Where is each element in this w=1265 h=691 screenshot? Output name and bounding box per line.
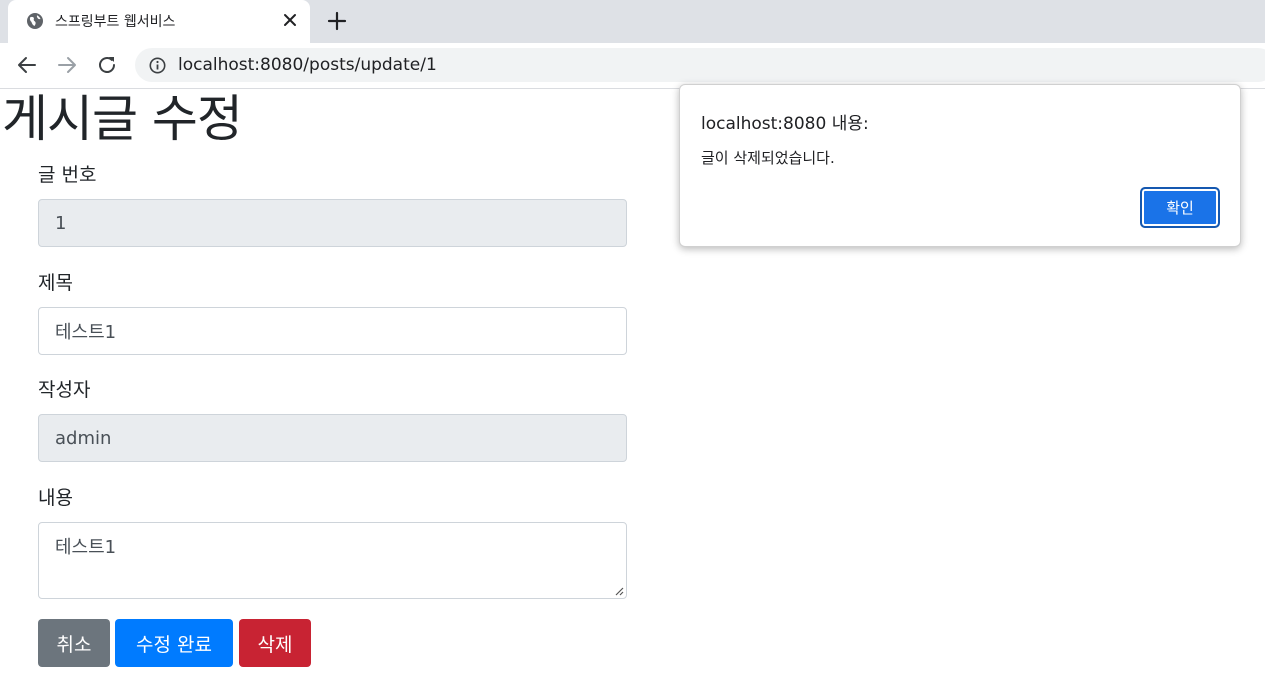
cancel-button[interactable]: 취소 [38, 619, 110, 667]
browser-tab[interactable]: 스프링부트 웹서비스 [8, 0, 310, 43]
author-field[interactable]: admin [38, 414, 627, 462]
plus-icon[interactable] [326, 10, 348, 32]
browser-toolbar: localhost:8080/posts/update/1 [0, 43, 1265, 89]
title-value: 테스트1 [55, 322, 117, 343]
info-icon[interactable] [149, 57, 166, 74]
dialog-message: 글이 삭제되었습니다. [701, 149, 835, 167]
author-value: admin [55, 427, 112, 449]
content-textarea[interactable]: 테스트1 [38, 522, 627, 599]
alert-dialog: localhost:8080 내용: 글이 삭제되었습니다. 확인 [679, 84, 1241, 247]
resize-handle-icon[interactable] [614, 586, 624, 596]
globe-icon [27, 13, 43, 29]
author-label: 작성자 [38, 379, 91, 401]
post-id-label: 글 번호 [38, 164, 97, 186]
delete-button[interactable]: 삭제 [239, 619, 311, 667]
title-label: 제목 [38, 272, 73, 294]
content-value: 테스트1 [55, 537, 117, 558]
tab-strip: 스프링부트 웹서비스 [0, 0, 1265, 43]
forward-arrow-icon[interactable] [55, 53, 79, 77]
content-label: 내용 [38, 487, 73, 509]
back-arrow-icon[interactable] [15, 53, 39, 77]
url-text: localhost:8080/posts/update/1 [178, 55, 437, 75]
tab-title: 스프링부트 웹서비스 [55, 14, 176, 30]
close-icon[interactable] [281, 11, 299, 29]
reload-icon[interactable] [95, 53, 119, 77]
save-button[interactable]: 수정 완료 [115, 619, 233, 667]
dialog-ok-button[interactable]: 확인 [1140, 187, 1220, 228]
dialog-title: localhost:8080 내용: [701, 114, 869, 134]
post-id-field[interactable]: 1 [38, 199, 627, 247]
title-input[interactable]: 테스트1 [38, 307, 627, 355]
address-bar[interactable]: localhost:8080/posts/update/1 [135, 48, 1265, 82]
page-title: 게시글 수정 [2, 90, 243, 148]
post-id-value: 1 [55, 212, 67, 234]
